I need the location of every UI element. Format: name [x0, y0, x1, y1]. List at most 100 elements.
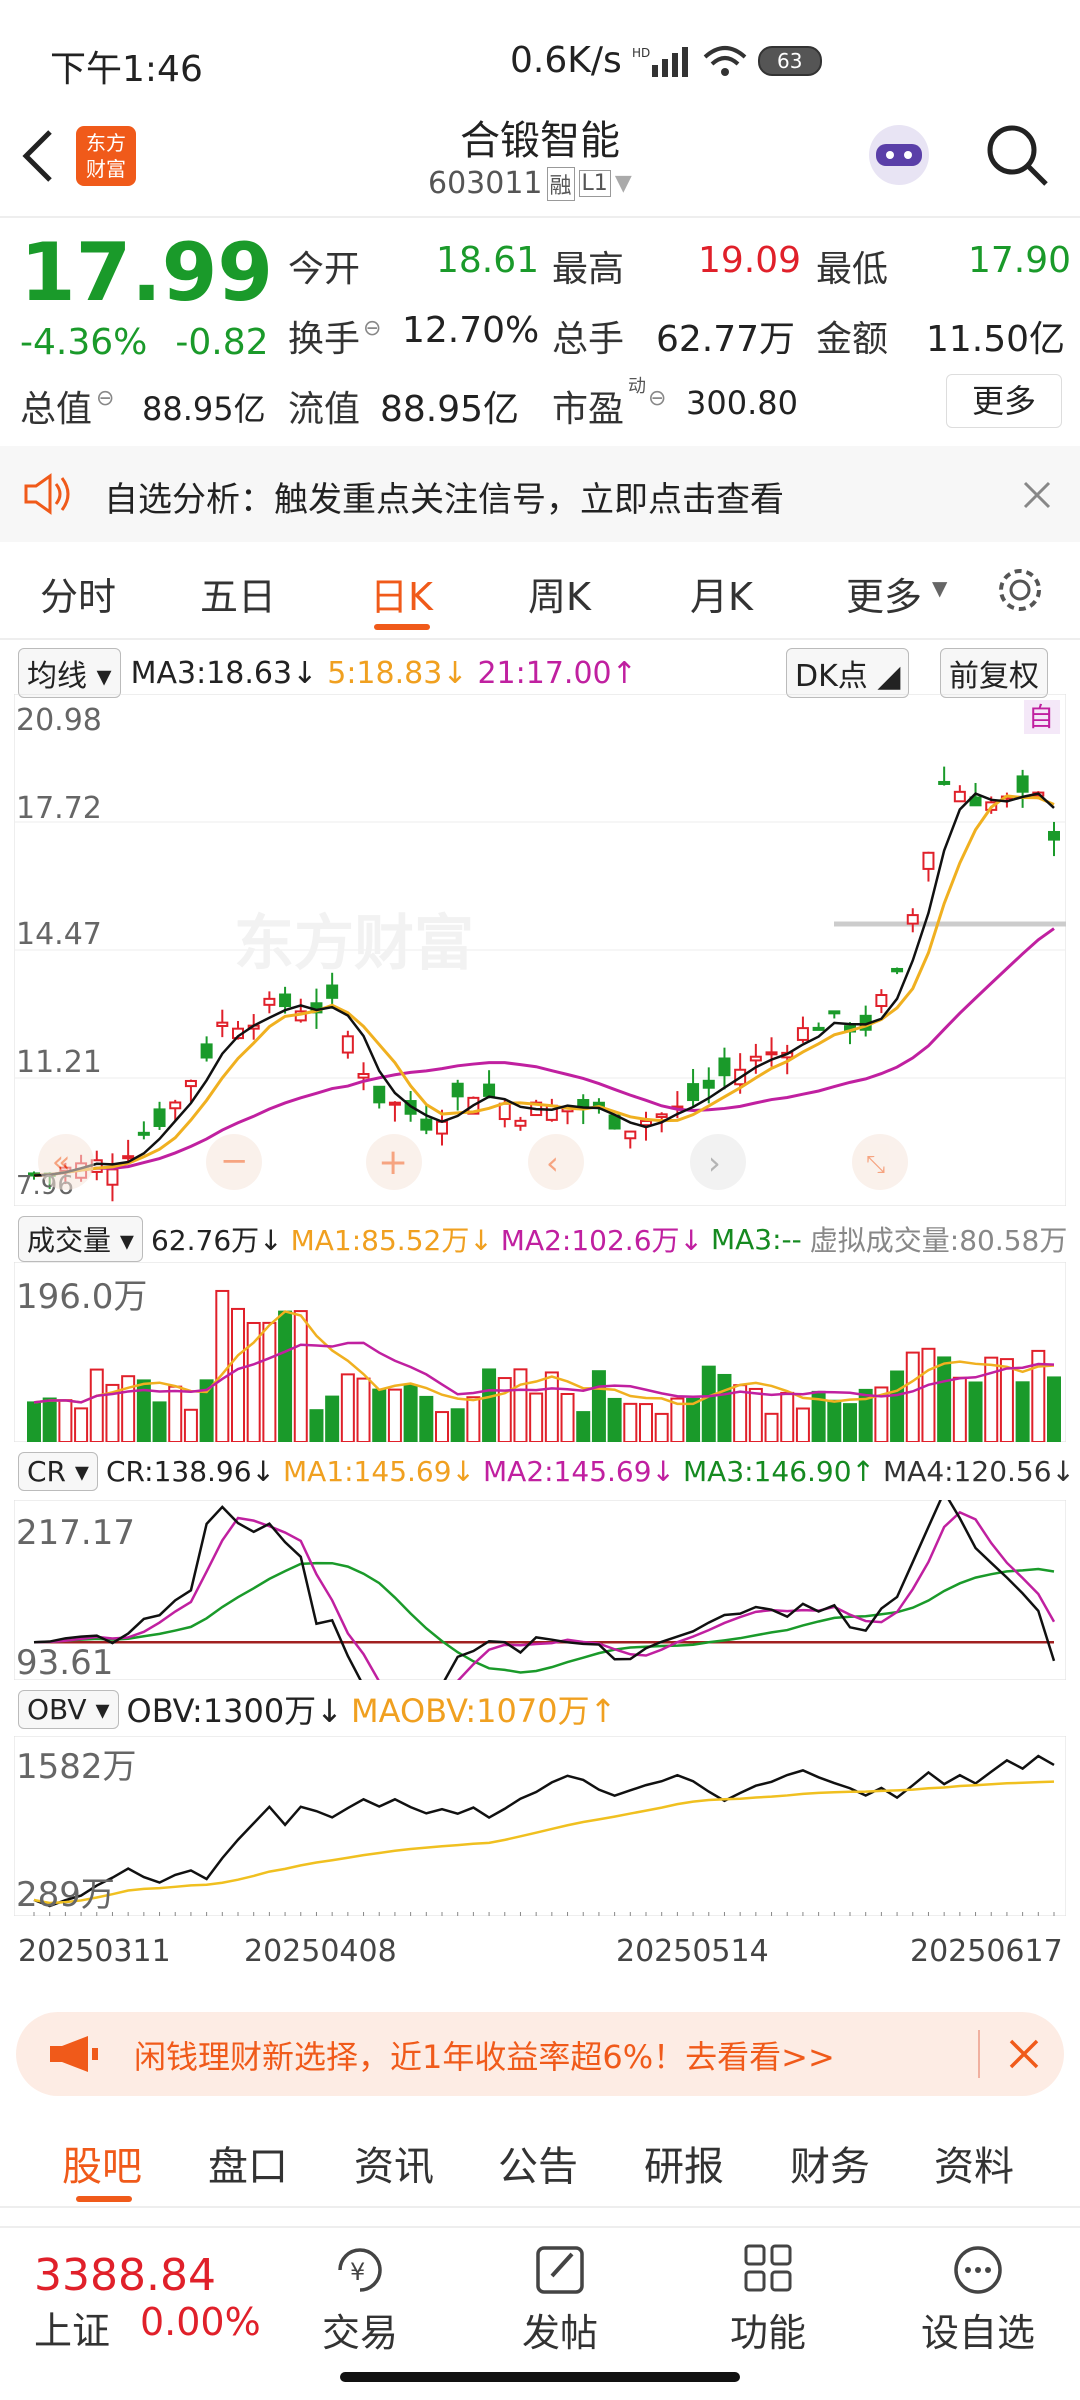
- volume-bar: [42, 1397, 57, 1442]
- candle-body: [938, 780, 951, 785]
- volume-bar: [780, 1391, 795, 1442]
- stock-code-row[interactable]: 603011 融 L1 ▼: [428, 166, 632, 201]
- volume-bar: [513, 1368, 528, 1442]
- tab-daily-k[interactable]: 日K: [370, 566, 433, 621]
- tab-announcements[interactable]: 公告: [498, 2134, 578, 2192]
- home-indicator: [340, 2372, 740, 2382]
- y-tick: 17.72: [16, 791, 102, 826]
- watermark: 东方财富: [234, 909, 474, 979]
- tab-5day[interactable]: 五日: [200, 566, 276, 621]
- volume-bar: [466, 1396, 481, 1442]
- price-change: -4.36% -0.82: [20, 322, 269, 363]
- index-change: 0.00%: [140, 2300, 261, 2344]
- obv-select[interactable]: OBV ▾: [18, 1689, 119, 1729]
- volume-bar: [309, 1409, 324, 1442]
- open-label: 今开: [288, 249, 361, 290]
- candle-body: [200, 1043, 213, 1059]
- active-tab-indicator: [374, 624, 430, 630]
- open-value: 18.61: [436, 240, 540, 281]
- amount-value: 11.50亿: [926, 319, 1066, 360]
- obv-chart[interactable]: 1582万 289万: [14, 1736, 1066, 1916]
- ad-banner[interactable]: 闲钱理财新选择，近1年收益率超6%！去看看>>: [16, 2012, 1064, 2096]
- tab-monthly-k[interactable]: 月K: [690, 566, 753, 621]
- post-button[interactable]: 发帖: [500, 2242, 620, 2357]
- kline-chart[interactable]: 东方财富 20.98 17.72 14.47 11.21 7.96 自 « − …: [14, 694, 1066, 1206]
- volume-select[interactable]: 成交量 ▾: [18, 1216, 143, 1262]
- tab-more[interactable]: 更多: [846, 566, 922, 621]
- tab-news[interactable]: 资讯: [354, 2134, 434, 2192]
- candle-body: [624, 1130, 637, 1140]
- obv-axis-top: 1582万: [16, 1747, 137, 1787]
- info-icon[interactable]: ⊖: [363, 316, 381, 341]
- svg-text:›: ›: [708, 1144, 721, 1182]
- svg-text:¥: ¥: [350, 2258, 365, 2286]
- adjust-select[interactable]: 前复权: [940, 648, 1048, 698]
- index-value: 3388.84: [34, 2250, 216, 2301]
- volume-chart[interactable]: 196.0万: [14, 1262, 1066, 1442]
- wifi-icon: [703, 45, 747, 76]
- candle-body: [718, 1057, 731, 1077]
- tab-research[interactable]: 研报: [644, 2134, 724, 2192]
- status-time: 下午1:46: [50, 49, 203, 90]
- volume-bar: [764, 1412, 779, 1442]
- bottom-nav: 3388.84 上证 0.00% ¥ 交易 发帖 功能 设自选: [0, 2226, 1080, 2376]
- volume-bar: [435, 1411, 449, 1442]
- tab-financials[interactable]: 财务: [790, 2134, 870, 2192]
- info-icon[interactable]: ⊖: [648, 386, 666, 411]
- y-tick: 14.47: [16, 917, 102, 952]
- robot-assistant-icon[interactable]: [862, 118, 936, 192]
- date-axis: 20250311 20250408 20250514 20250617: [0, 1918, 1080, 1992]
- volume-bar: [623, 1402, 638, 1442]
- info-icon[interactable]: ⊖: [96, 386, 114, 411]
- cr-select[interactable]: CR ▾: [18, 1452, 98, 1491]
- volume-bar: [827, 1399, 842, 1442]
- tab-weekly-k[interactable]: 周K: [528, 566, 591, 621]
- tab-profile[interactable]: 资料: [934, 2134, 1014, 2192]
- amount-label: 金额: [816, 319, 889, 360]
- cr-chart[interactable]: 217.17 93.61: [14, 1500, 1066, 1680]
- candle-body: [498, 1102, 511, 1121]
- tab-orderbook[interactable]: 盘口: [208, 2134, 288, 2192]
- volume-bar: [278, 1310, 293, 1442]
- gear-icon[interactable]: [994, 564, 1046, 616]
- cr-legend: CR ▾ CR:138.96↓ MA1:145.69↓ MA2:145.69↓ …: [18, 1452, 1075, 1491]
- candle-body: [326, 984, 339, 999]
- volume-bar: [843, 1403, 857, 1442]
- date-label: 20250514: [616, 1934, 769, 1969]
- close-icon[interactable]: [1022, 480, 1052, 510]
- volume-bar: [89, 1368, 104, 1442]
- stock-code: 603011: [428, 166, 543, 201]
- add-watchlist-button[interactable]: 设自选: [898, 2242, 1058, 2357]
- virtual-volume: 虚拟成交量:80.58万: [809, 1224, 1068, 1257]
- close-icon[interactable]: [1008, 2038, 1040, 2070]
- tab-minute[interactable]: 分时: [40, 566, 116, 621]
- notice-text: 自选分析：触发重点关注信号，立即点击查看: [104, 480, 784, 520]
- obv-legend: OBV ▾ OBV:1300万↓ MAOBV:1070万↑: [18, 1686, 616, 1732]
- float-cap-label: 流值: [288, 389, 361, 430]
- float-cap-value: 88.95亿: [380, 389, 520, 430]
- grid-icon: [744, 2244, 792, 2292]
- volume-bar: [403, 1384, 418, 1442]
- candle-body: [891, 967, 904, 973]
- trade-button[interactable]: ¥ 交易: [300, 2242, 420, 2357]
- volume-bar: [183, 1408, 198, 1442]
- tab-forum[interactable]: 股吧: [62, 2134, 142, 2192]
- candle-body: [216, 1021, 229, 1027]
- candle-body: [655, 1113, 668, 1118]
- volume-bar: [576, 1411, 591, 1442]
- notice-bar[interactable]: 自选分析：触发重点关注信号，立即点击查看: [0, 446, 1080, 542]
- volume-bar: [1047, 1376, 1061, 1442]
- search-icon[interactable]: [982, 120, 1052, 190]
- market-cap-value: 88.95亿: [142, 390, 266, 428]
- candle-body: [279, 993, 292, 1008]
- dk-point-select[interactable]: DK点 ◢: [786, 648, 910, 698]
- more-button[interactable]: 更多: [946, 374, 1062, 428]
- functions-button[interactable]: 功能: [708, 2242, 828, 2357]
- index-ticker[interactable]: 3388.84 上证 0.00%: [0, 2228, 270, 2378]
- volume-axis-top: 196.0万: [16, 1277, 147, 1317]
- ma-select[interactable]: 均线 ▾: [18, 648, 121, 698]
- volume-bar: [937, 1356, 952, 1442]
- volume-bar: [968, 1381, 983, 1442]
- volume-bar: [905, 1351, 920, 1442]
- post-label: 发帖: [521, 2311, 598, 2355]
